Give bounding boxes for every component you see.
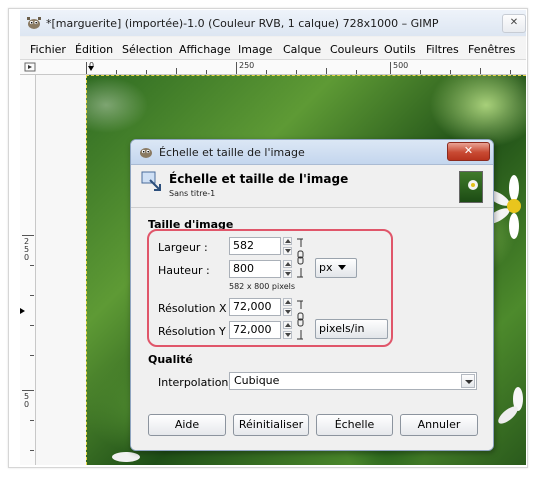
help-button[interactable]: Aide <box>148 414 226 436</box>
main-window-title: *[marguerite] (importée)-1.0 (Couleur RV… <box>46 17 439 30</box>
vertical-ruler: 2 5 0 5 0 <box>20 75 36 465</box>
image-thumbnail <box>459 171 483 203</box>
reset-button[interactable]: Réinitialiser <box>233 414 309 436</box>
scale-image-icon <box>141 171 161 191</box>
menu-selection[interactable]: Sélection <box>122 43 173 56</box>
dialog-titlebar[interactable]: Échelle et taille de l'image ✕ <box>131 140 493 165</box>
ruler-label-250: 250 <box>239 61 255 70</box>
interpolation-value: Cubique <box>234 374 280 387</box>
cancel-button[interactable]: Annuler <box>400 414 478 436</box>
menu-outils[interactable]: Outils <box>384 43 416 56</box>
dialog-header-title: Échelle et taille de l'image <box>169 172 349 186</box>
thumbnail-daisy-icon <box>468 180 478 190</box>
menu-affichage[interactable]: Affichage <box>179 43 231 56</box>
menu-fichier[interactable]: Fichier <box>30 43 66 56</box>
ruler-label-500: 500 <box>393 61 409 70</box>
menu-edition[interactable]: Édition <box>75 43 113 56</box>
main-close-button[interactable]: ✕ <box>502 14 526 33</box>
gimp-logo-icon <box>140 148 152 158</box>
interpolation-select[interactable]: Cubique <box>229 372 477 390</box>
menu-filtres[interactable]: Filtres <box>426 43 459 56</box>
canvas-boundary-left <box>86 75 87 465</box>
gimp-logo-icon <box>27 17 41 29</box>
daisy-flower-icon-2 <box>498 387 523 424</box>
interpolation-label: Interpolation : <box>158 376 236 389</box>
ruler-v-label-5: 0 <box>24 400 30 409</box>
canvas-padding <box>36 75 86 465</box>
menubar: Fichier Édition Sélection Affichage Imag… <box>20 37 526 60</box>
dialog-window-title: Échelle et taille de l'image <box>159 146 305 159</box>
ruler-v-label-3: 0 <box>24 253 30 262</box>
section-quality: Qualité <box>148 353 193 366</box>
ruler-corner-button[interactable] <box>20 60 43 75</box>
chevron-down-icon[interactable] <box>461 374 475 388</box>
dialog-header-subtitle: Sans titre-1 <box>169 189 216 198</box>
highlight-annotation <box>147 229 393 347</box>
scale-button[interactable]: Échelle <box>316 414 393 436</box>
canvas-boundary-top <box>86 75 526 76</box>
dialog-close-button[interactable]: ✕ <box>447 142 490 161</box>
menu-couleurs[interactable]: Couleurs <box>330 43 378 56</box>
ruler-corner-arrow-icon <box>24 62 36 72</box>
menu-image[interactable]: Image <box>238 43 272 56</box>
horizontal-ruler: 0 250 500 <box>42 60 526 75</box>
menu-calque[interactable]: Calque <box>283 43 321 56</box>
header-separator <box>131 207 493 208</box>
main-titlebar: *[marguerite] (importée)-1.0 (Couleur RV… <box>20 10 526 36</box>
menu-fenetres[interactable]: Fenêtres <box>468 43 515 56</box>
